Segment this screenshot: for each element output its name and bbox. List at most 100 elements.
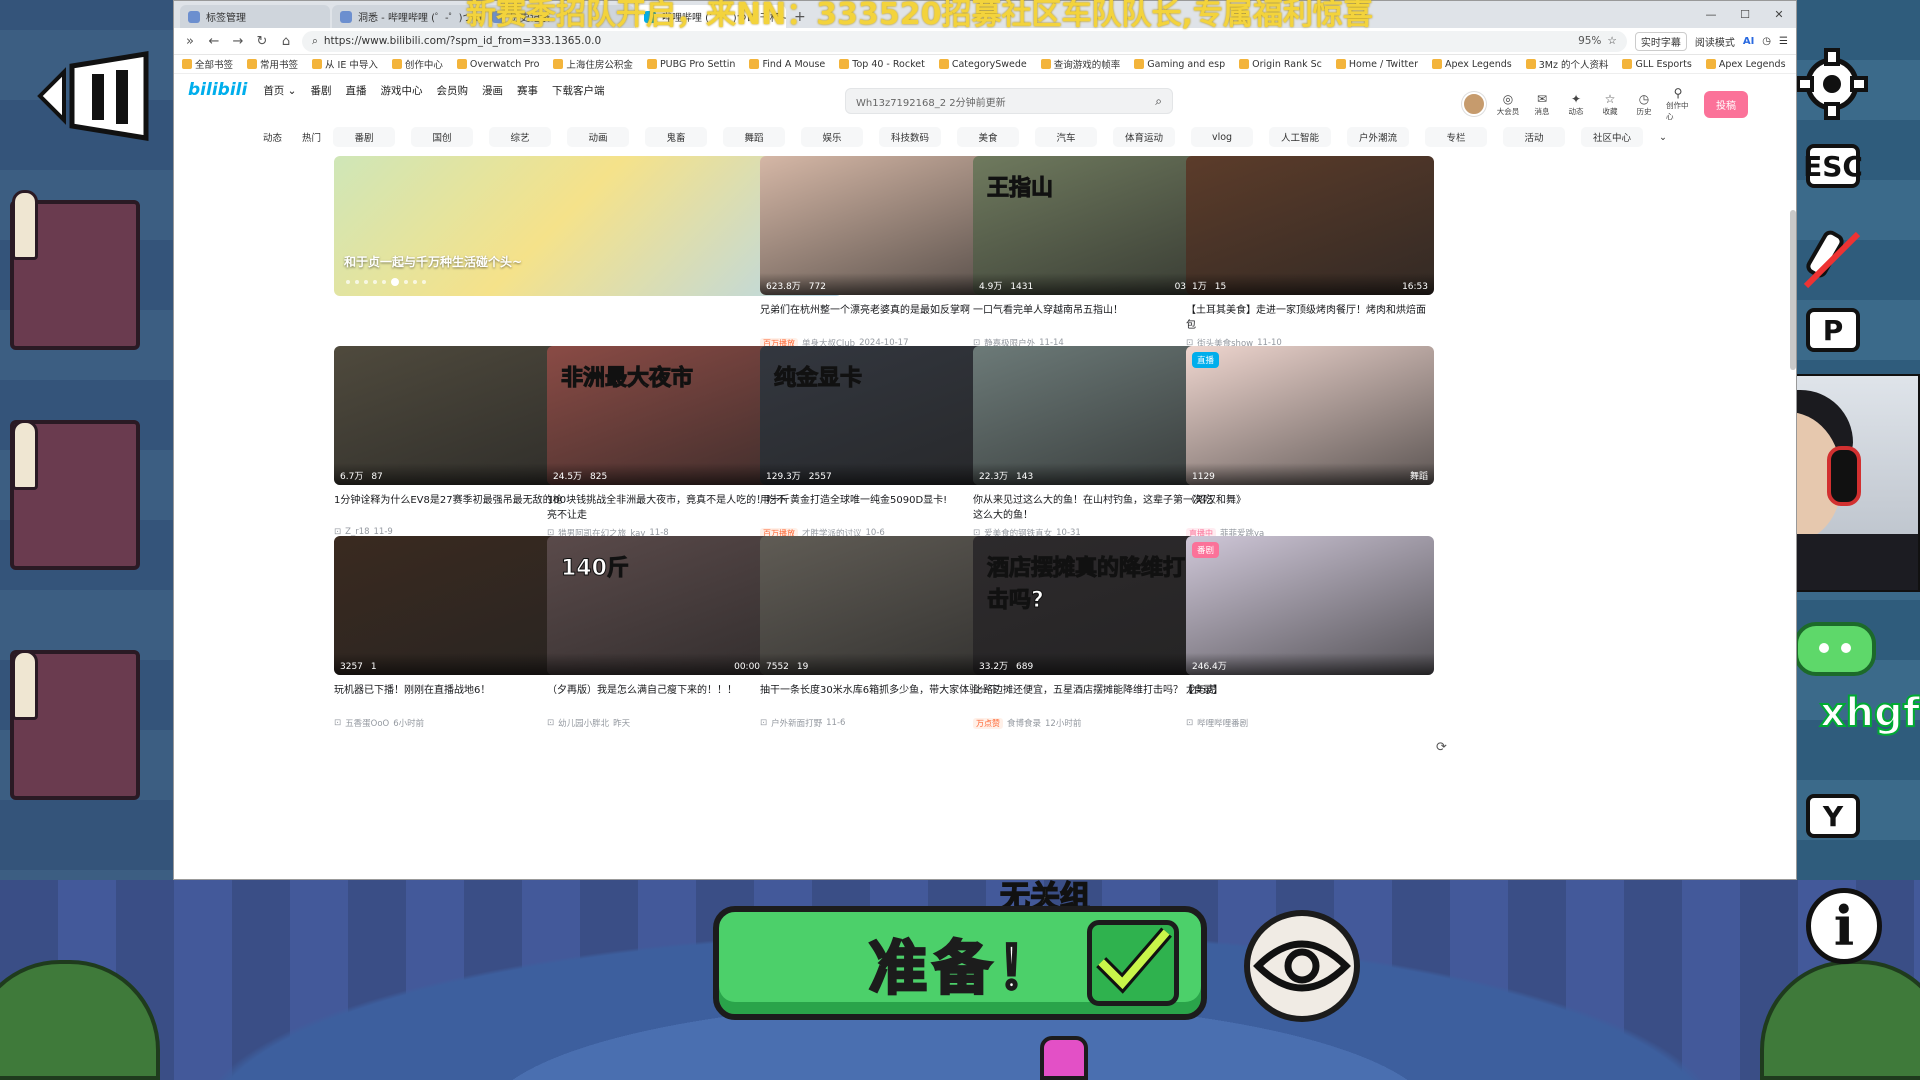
channel-item[interactable]: 动画: [567, 127, 630, 147]
forward-icon[interactable]: →: [230, 34, 246, 49]
channel-item[interactable]: 活动: [1503, 127, 1566, 147]
channel-item[interactable]: 鬼畜: [645, 127, 708, 147]
video-thumbnail[interactable]: 酒店摆摊真的降维打击吗?33.2万68911:21: [973, 536, 1221, 675]
video-card[interactable]: 王指山4.9万143103:16:17一口气看完单人穿越南吊五指山！⊡静嘉极限户…: [973, 156, 1221, 349]
bookmark-item[interactable]: Find A Mouse: [749, 59, 825, 70]
video-card[interactable]: 番剧 246.4万 龙与虎 ⊡ 哔哩哔哩番剧: [1186, 536, 1434, 729]
bookmark-item[interactable]: 全部书签: [182, 57, 233, 71]
reader-mode-button[interactable]: 阅读模式: [1695, 34, 1735, 49]
bookmark-item[interactable]: Gaming and esp: [1134, 59, 1225, 70]
carousel-dot[interactable]: [413, 280, 417, 284]
video-card[interactable]: 75521906:49抽干一条长度30米水库6箱抓多少鱼，带大家体验一下⊡户外新…: [760, 536, 1008, 729]
video-card[interactable]: 22.3万14339:40 你从来见过这么大的鱼！在山村钓鱼，这辈子第一次吃这么大…: [973, 346, 1221, 539]
channel-item[interactable]: 户外潮流: [1347, 127, 1410, 147]
bookmark-item[interactable]: 查询游戏的帧率: [1040, 57, 1120, 71]
refresh-feed-icon[interactable]: ⟳: [1436, 740, 1447, 755]
video-title[interactable]: 比路边摊还便宜，五星酒店摆摊能降维打击吗？【食录】: [973, 683, 1221, 713]
bookmark-item[interactable]: 创作中心: [391, 57, 443, 71]
channel-item[interactable]: 体育运动: [1113, 127, 1176, 147]
upload-button[interactable]: 投稿: [1704, 90, 1748, 118]
video-thumbnail[interactable]: 1万 15 16:53: [1186, 156, 1434, 295]
video-title[interactable]: 《昭汉和舞》: [1186, 493, 1434, 523]
video-thumbnail[interactable]: 王指山4.9万143103:16:17: [973, 156, 1221, 295]
carousel-dot[interactable]: [422, 280, 426, 284]
carousel-dot[interactable]: [404, 280, 408, 284]
channel-item[interactable]: 娱乐: [801, 127, 864, 147]
channels-more-icon[interactable]: ⌄: [1659, 132, 1667, 143]
video-author[interactable]: 哔哩哔哩番剧: [1197, 717, 1248, 729]
video-title[interactable]: （夕再版）我是怎么满自己瘦下来的！！！: [547, 683, 795, 713]
channel-item[interactable]: 国创: [411, 127, 474, 147]
bili-nav-item[interactable]: 游戏中心: [380, 83, 422, 98]
live-caption-button[interactable]: 实时字幕: [1634, 31, 1687, 51]
bookmark-item[interactable]: PUBG Pro Settin: [646, 59, 735, 70]
channel-main-item[interactable]: 热门: [302, 130, 321, 144]
bookmark-item[interactable]: GLL Esports: [1622, 59, 1692, 70]
bookmark-item[interactable]: CategorySwede: [938, 59, 1027, 70]
page-scrollbar[interactable]: [1790, 210, 1796, 370]
video-card[interactable]: 非洲最大夜市24.5万82521:23100块钱挑战全非洲最大夜市，竟真不是人吃…: [547, 346, 795, 539]
ready-button[interactable]: 准备！: [713, 906, 1207, 1020]
bilibili-logo[interactable]: bilibili: [188, 80, 247, 100]
channel-item[interactable]: 人工智能: [1269, 127, 1332, 147]
info-button[interactable]: i: [1806, 888, 1882, 964]
channel-item[interactable]: 汽车: [1035, 127, 1098, 147]
video-thumbnail[interactable]: 22.3万14339:40: [973, 346, 1221, 485]
back-icon[interactable]: ←: [206, 34, 222, 49]
bookmark-item[interactable]: Origin Rank Sc: [1239, 59, 1322, 70]
video-thumbnail[interactable]: 纯金显卡129.3万255714:55: [760, 346, 1008, 485]
video-title[interactable]: 抽干一条长度30米水库6箱抓多少鱼，带大家体验一下: [760, 683, 1008, 713]
channel-item[interactable]: 综艺: [489, 127, 552, 147]
channel-main-item[interactable]: 动态: [263, 130, 282, 144]
video-title[interactable]: 龙与虎: [1186, 683, 1434, 713]
user-avatar[interactable]: [1462, 92, 1486, 116]
bookmark-item[interactable]: Apex Legends: [1705, 59, 1786, 70]
video-thumbnail[interactable]: 番剧 246.4万: [1186, 536, 1434, 675]
video-title[interactable]: 玩机器已下播！刚刚在直播战地6！: [334, 683, 582, 713]
header-icon-5[interactable]: ⚲ 创作中心: [1666, 86, 1690, 122]
tab-0[interactable]: 标签管理: [180, 5, 330, 28]
video-thumbnail[interactable]: 623.8万 772: [760, 156, 1008, 295]
bookmark-item[interactable]: 从 IE 中导入: [312, 57, 378, 71]
bili-nav-item[interactable]: 赛事: [517, 83, 538, 98]
video-title[interactable]: 一口气看完单人穿越南吊五指山！: [973, 303, 1221, 333]
menu-icon[interactable]: ☰: [1779, 36, 1788, 47]
video-card[interactable]: 623.8万 772 兄弟们在杭州整一个漂亮老婆真的是最如反掌啊 百万播放 单身大叔Cl…: [760, 156, 1008, 349]
video-author[interactable]: 食博食录: [1007, 717, 1041, 729]
video-title[interactable]: 1分钟诠释为什么EV8是27赛季初最强吊最无敌的枪: [334, 493, 582, 523]
search-icon[interactable]: ⌕: [1155, 94, 1162, 109]
bili-nav-item[interactable]: 直播: [345, 83, 366, 98]
video-title[interactable]: 兄弟们在杭州整一个漂亮老婆真的是最如反掌啊: [760, 303, 1008, 333]
channel-item[interactable]: vlog: [1191, 127, 1254, 147]
tab-1[interactable]: 洞悉 - 哔哩哔哩 (゜-゜)つロ: [332, 5, 482, 28]
video-author[interactable]: 户外新面打野: [771, 717, 822, 729]
home-icon[interactable]: ⌂: [278, 34, 294, 49]
bili-nav-item[interactable]: 漫画: [482, 83, 503, 98]
video-thumbnail[interactable]: 3257102:01: [334, 536, 582, 675]
spectate-eye-button[interactable]: [1244, 910, 1360, 1022]
url-input[interactable]: ⌕ https://www.bilibili.com/?spm_id_from=…: [302, 30, 1627, 52]
bookmark-item[interactable]: 上海住房公积金: [553, 57, 633, 71]
carousel-dot-active[interactable]: [391, 278, 399, 286]
star-bookmark-icon[interactable]: ☆: [1607, 35, 1616, 47]
bili-nav-item[interactable]: 番剧: [310, 83, 331, 98]
carousel-dot[interactable]: [346, 280, 350, 284]
bookmark-item[interactable]: 常用书签: [247, 57, 298, 71]
video-title[interactable]: 你从来见过这么大的鱼！在山村钓鱼，这辈子第一次吃这么大的鱼！: [973, 493, 1221, 523]
video-thumbnail[interactable]: 6.7万8701:22: [334, 346, 582, 485]
bili-nav-item[interactable]: 首页 ⌄: [263, 83, 296, 98]
history-icon[interactable]: ◷: [1762, 36, 1771, 47]
sidebar-toggle-icon[interactable]: »: [182, 34, 198, 49]
bookmark-item[interactable]: Apex Legends: [1432, 59, 1512, 70]
bili-search-input[interactable]: Wh13z7192168_2 2分钟前更新 ⌕: [845, 88, 1173, 114]
close-window-icon[interactable]: ✕: [1762, 1, 1796, 28]
video-card[interactable]: 3257102:01玩机器已下播！刚刚在直播战地6！⊡五香蛋OoO6小时前: [334, 536, 582, 729]
video-title[interactable]: 【土耳其美食】走进一家顶级烤肉餐厅！烤肉和烘焙面包: [1186, 303, 1434, 333]
channel-item[interactable]: 社区中心: [1581, 127, 1644, 147]
video-author[interactable]: 五香蛋OoO: [345, 717, 389, 729]
video-thumbnail[interactable]: 非洲最大夜市24.5万82521:23: [547, 346, 795, 485]
bookmark-item[interactable]: 3Mz 的个人资料: [1525, 57, 1608, 71]
exit-door-button[interactable]: [36, 48, 160, 144]
settings-gear-button[interactable]: [1796, 48, 1868, 120]
header-icon-0[interactable]: ◎ 大会员: [1496, 92, 1520, 117]
